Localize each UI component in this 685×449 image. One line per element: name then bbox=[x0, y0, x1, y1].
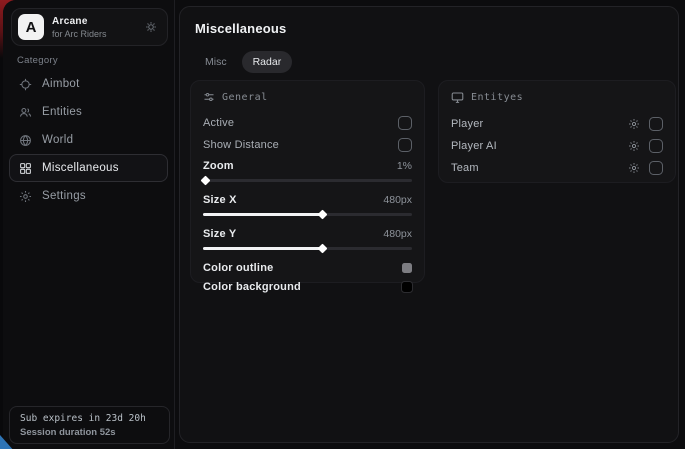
team-checkbox[interactable] bbox=[649, 161, 663, 175]
page-title: Miscellaneous bbox=[195, 21, 286, 36]
category-label: Category bbox=[17, 55, 58, 66]
app-logo: A bbox=[18, 14, 44, 40]
zoom-value: 1% bbox=[397, 160, 412, 172]
sidebar-item-entities[interactable]: Entities bbox=[9, 98, 168, 126]
general-panel: General Active Show Distance Zoom 1% bbox=[190, 80, 425, 283]
brand-text: Arcane for Arc Riders bbox=[52, 16, 145, 39]
player-checkbox[interactable] bbox=[649, 117, 663, 131]
player-row: Player bbox=[451, 113, 663, 135]
sub-expires-text: Sub expires in 23d 20h bbox=[20, 413, 159, 424]
tab-misc[interactable]: Misc bbox=[194, 51, 238, 73]
gear-icon bbox=[19, 190, 32, 203]
crosshair-icon bbox=[19, 78, 32, 91]
tab-radar[interactable]: Radar bbox=[242, 51, 293, 73]
size-x-slider-thumb[interactable] bbox=[318, 209, 328, 219]
player-ai-row: Player AI bbox=[451, 135, 663, 157]
size-x-value: 480px bbox=[383, 194, 412, 206]
sidebar-item-label: Entities bbox=[42, 106, 82, 118]
sidebar-item-settings[interactable]: Settings bbox=[9, 182, 168, 210]
app-window: A Arcane for Arc Riders Category bbox=[3, 0, 685, 449]
color-background-row: Color background bbox=[203, 277, 412, 296]
team-row: Team bbox=[451, 157, 663, 179]
size-x-row: Size X 480px bbox=[203, 190, 412, 209]
sidebar-item-miscellaneous[interactable]: Miscellaneous bbox=[9, 154, 168, 182]
zoom-slider-fill bbox=[203, 179, 205, 182]
tab-bar: Misc Radar bbox=[194, 51, 292, 73]
users-icon bbox=[19, 106, 32, 119]
zoom-row: Zoom 1% bbox=[203, 156, 412, 175]
size-y-value: 480px bbox=[383, 228, 412, 240]
sidebar-item-world[interactable]: World bbox=[9, 126, 168, 154]
color-outline-row: Color outline bbox=[203, 258, 412, 277]
refresh-icon[interactable] bbox=[145, 21, 157, 33]
sidebar-item-label: Settings bbox=[42, 190, 86, 202]
player-ai-label: Player AI bbox=[451, 140, 628, 152]
size-x-slider-fill bbox=[203, 213, 322, 216]
size-y-slider-fill bbox=[203, 247, 322, 250]
sidebar-item-label: World bbox=[42, 134, 73, 146]
color-outline-label: Color outline bbox=[203, 262, 273, 274]
player-ai-checkbox[interactable] bbox=[649, 139, 663, 153]
show-distance-checkbox[interactable] bbox=[398, 138, 412, 152]
sidebar: A Arcane for Arc Riders Category bbox=[3, 0, 175, 449]
player-ai-settings-icon[interactable] bbox=[628, 140, 640, 152]
sidebar-nav: Aimbot Entities bbox=[9, 70, 168, 210]
team-settings-icon[interactable] bbox=[628, 162, 640, 174]
session-duration-text: Session duration 52s bbox=[20, 427, 159, 438]
entities-panel-title: Entityes bbox=[471, 92, 523, 103]
size-y-row: Size Y 480px bbox=[203, 224, 412, 243]
main-panel: Miscellaneous Misc Radar General Active bbox=[179, 6, 679, 443]
color-background-label: Color background bbox=[203, 281, 301, 293]
screen: A Arcane for Arc Riders Category bbox=[0, 0, 685, 449]
active-label: Active bbox=[203, 117, 234, 129]
active-checkbox[interactable] bbox=[398, 116, 412, 130]
sidebar-item-label: Miscellaneous bbox=[42, 162, 119, 174]
sidebar-item-aimbot[interactable]: Aimbot bbox=[9, 70, 168, 98]
size-y-label: Size Y bbox=[203, 228, 236, 240]
entities-panel: Entityes Player Player AI bbox=[438, 80, 676, 183]
show-distance-row: Show Distance bbox=[203, 134, 412, 156]
player-label: Player bbox=[451, 118, 628, 130]
team-label: Team bbox=[451, 162, 628, 174]
size-y-slider[interactable] bbox=[203, 247, 412, 250]
active-row: Active bbox=[203, 112, 412, 134]
color-outline-swatch[interactable] bbox=[402, 263, 412, 273]
size-y-slider-thumb[interactable] bbox=[318, 243, 328, 253]
app-subtitle: for Arc Riders bbox=[52, 29, 145, 39]
color-background-swatch[interactable] bbox=[402, 282, 412, 292]
zoom-label: Zoom bbox=[203, 160, 234, 172]
grid-icon bbox=[19, 162, 32, 175]
show-distance-label: Show Distance bbox=[203, 139, 279, 151]
subscription-card: Sub expires in 23d 20h Session duration … bbox=[9, 406, 170, 444]
brand-card: A Arcane for Arc Riders bbox=[11, 8, 168, 46]
player-settings-icon[interactable] bbox=[628, 118, 640, 130]
zoom-slider-thumb[interactable] bbox=[201, 175, 211, 185]
general-panel-header: General bbox=[203, 91, 412, 103]
sidebar-item-label: Aimbot bbox=[42, 78, 80, 90]
size-x-slider[interactable] bbox=[203, 213, 412, 216]
general-panel-title: General bbox=[222, 92, 268, 103]
zoom-slider[interactable] bbox=[203, 179, 412, 182]
sliders-icon bbox=[203, 91, 215, 103]
app-name: Arcane bbox=[52, 16, 145, 27]
entities-panel-header: Entityes bbox=[451, 91, 663, 104]
size-x-label: Size X bbox=[203, 194, 237, 206]
monitor-icon bbox=[451, 91, 464, 104]
globe-icon bbox=[19, 134, 32, 147]
